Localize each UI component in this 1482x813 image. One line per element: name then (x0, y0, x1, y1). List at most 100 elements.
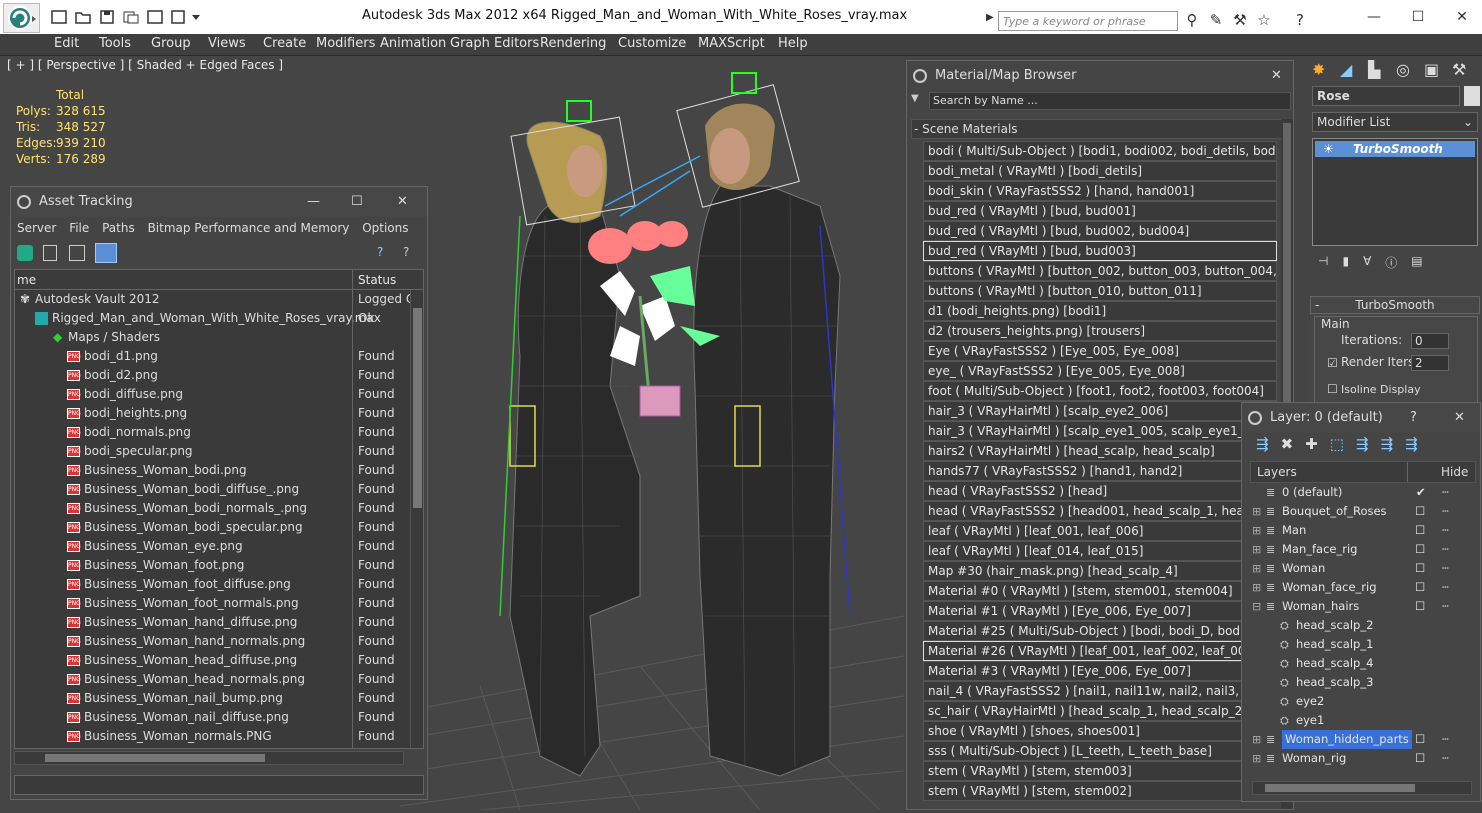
at-maximize-icon[interactable]: ☐ (351, 187, 363, 217)
mb-scrollbar-thumb[interactable] (1283, 123, 1291, 403)
layer-row[interactable]: ⛭ head_scalp_2 (1250, 616, 1476, 635)
lightbulb-icon[interactable]: ☀ (1323, 141, 1334, 157)
scene-materials-group[interactable]: - Scene Materials (911, 119, 1283, 139)
hide-toggle-icon[interactable]: ┅ (1442, 540, 1449, 559)
material-item[interactable]: stem ( VRayMtl ) [stem, stem002] (923, 781, 1277, 801)
new-file-icon[interactable] (50, 9, 68, 25)
material-item[interactable]: hair_3 ( VRayHairMtl ) [scalp_eye1_005, … (923, 421, 1277, 441)
material-item[interactable]: shoe ( VRayMtl ) [shoes, shoes001] (923, 721, 1277, 741)
refresh-icon[interactable] (17, 245, 33, 261)
thumbnail-view-icon[interactable] (69, 245, 85, 261)
object-color-swatch[interactable] (1464, 86, 1480, 106)
rollout-header[interactable]: - TurboSmooth (1310, 296, 1480, 314)
material-item[interactable]: d2 (trousers_heights.png) [trousers] (923, 321, 1277, 341)
freeze-all-icon[interactable]: ⇶ (1405, 435, 1418, 457)
man-model[interactable] (676, 72, 841, 777)
layer-current-checkbox[interactable]: ☐ (1415, 521, 1425, 540)
at-menu-paths[interactable]: Paths (102, 221, 135, 235)
material-item[interactable]: bodi ( Multi/Sub-Object ) [bodi1, bodi00… (923, 141, 1277, 161)
material-item[interactable]: hair_3 ( VRayHairMtl ) [scalp_eye2_006] (923, 401, 1277, 421)
table-row[interactable]: PNG Business_Woman_hand_diffuse.png Found (15, 613, 423, 632)
layer-h-scrollbar-thumb[interactable] (1265, 784, 1415, 792)
h-scrollbar-thumb[interactable] (45, 754, 265, 762)
table-row[interactable]: PNG Business_Woman_eye.png Found (15, 537, 423, 556)
communication-icon[interactable]: ⚒ (1230, 10, 1250, 30)
hide-all-icon[interactable]: ⇶ (1381, 435, 1394, 457)
render-iters-checkbox[interactable]: ☑ (1327, 356, 1338, 370)
make-unique-icon[interactable]: ∀ (1363, 254, 1371, 272)
material-item[interactable]: hands77 ( VRayFastSSS2 ) [hand1, hand2] (923, 461, 1277, 481)
table-row[interactable]: PNG Business_Woman_foot_normals.png Found (15, 594, 423, 613)
material-item[interactable]: buttons ( VRayMtl ) [button_010, button_… (923, 281, 1277, 301)
layer-current-checkbox[interactable]: ☐ (1415, 559, 1425, 578)
help-question-icon[interactable]: ? (377, 245, 393, 261)
menu-tools[interactable]: Tools (99, 35, 131, 55)
motion-tab-icon[interactable]: ◎ (1396, 60, 1416, 80)
create-tab-icon[interactable]: ✸ (1312, 60, 1332, 80)
material-item[interactable]: hairs2 ( VRayHairMtl ) [head_scalp, head… (923, 441, 1277, 461)
layer-row[interactable]: ⛭ head_scalp_1 (1250, 635, 1476, 654)
table-row[interactable]: PNG Business_Woman_nail_bump.png Found (15, 689, 423, 708)
display-tab-icon[interactable]: ▣ (1424, 60, 1444, 80)
table-row[interactable]: PNG bodi_d2.png Found (15, 366, 423, 385)
iterations-spinner[interactable]: 0 (1411, 333, 1449, 349)
material-item[interactable]: buttons ( VRayMtl ) [button_002, button_… (923, 261, 1277, 281)
table-row[interactable]: PNG Business_Woman_nail_diffuse.png Found (15, 708, 423, 727)
material-item[interactable]: Material #1 ( VRayMtl ) [Eye_006, Eye_00… (923, 601, 1277, 621)
pin-stack-icon[interactable]: ⊣ (1318, 254, 1328, 272)
layer-close-icon[interactable]: ✕ (1454, 403, 1465, 433)
table-row[interactable]: PNG Business_Woman_head_diffuse.png Found (15, 651, 423, 670)
material-item[interactable]: eye_ ( VRayFastSSS2 ) [Eye_005, Eye_008] (923, 361, 1277, 381)
remove-modifier-icon[interactable]: ⓘ (1385, 254, 1397, 272)
material-item[interactable]: Material #26 ( VRayMtl ) [leaf_001, leaf… (923, 641, 1277, 661)
menu-rendering[interactable]: Rendering (540, 35, 606, 55)
maximize-icon[interactable]: ☐ (1398, 4, 1438, 30)
isoline-checkbox[interactable]: ☐ (1327, 382, 1338, 396)
mb-options-icon[interactable]: ▼ (911, 93, 925, 107)
help-icon[interactable]: ? (1290, 10, 1310, 30)
material-item[interactable]: bud_red ( VRayMtl ) [bud, bud003] (923, 241, 1277, 261)
utilities-tab-icon[interactable]: ⚒ (1452, 60, 1472, 80)
layer-h-scrollbar[interactable] (1252, 781, 1472, 795)
expand-toggle-icon[interactable]: ⊟ (1252, 597, 1261, 616)
highlight-layer-icon[interactable]: ⇶ (1356, 435, 1369, 457)
select-objects-icon[interactable]: ⬚ (1330, 435, 1344, 457)
undo-icon[interactable] (122, 9, 140, 25)
material-item[interactable]: bodi_metal ( VRayMtl ) [bodi_detils] (923, 161, 1277, 181)
menu-views[interactable]: Views (208, 35, 246, 55)
layer-row[interactable]: ⛭ head_scalp_4 (1250, 654, 1476, 673)
modifier-list-dropdown[interactable]: Modifier List ⌄ (1312, 112, 1478, 132)
mb-search-input[interactable]: Search by Name ... (929, 92, 1291, 110)
material-item[interactable]: head ( VRayFastSSS2 ) [head] (923, 481, 1277, 501)
table-row[interactable]: ✾ Autodesk Vault 2012 Logged O (15, 290, 423, 309)
material-browser-titlebar[interactable]: Material/Map Browser ✕ (907, 61, 1293, 91)
layer-current-checkbox[interactable]: ☐ (1415, 578, 1425, 597)
asset-path-field[interactable] (14, 775, 424, 795)
expand-toggle-icon[interactable]: ⊞ (1252, 540, 1261, 559)
material-item[interactable]: stem ( VRayMtl ) [stem, stem003] (923, 761, 1277, 781)
render-iters-spinner[interactable]: 2 (1411, 355, 1449, 371)
table-view-icon[interactable] (95, 243, 117, 263)
expand-toggle-icon[interactable]: ⊞ (1252, 521, 1261, 540)
table-row[interactable]: PNG bodi_specular.png Found (15, 442, 423, 461)
table-row[interactable]: PNG Business_Woman_bodi.png Found (15, 461, 423, 480)
material-item[interactable]: bud_red ( VRayMtl ) [bud, bud001] (923, 201, 1277, 221)
modifier-stack-item[interactable]: ☀ TurboSmooth (1315, 141, 1475, 157)
minimize-icon[interactable]: — (1354, 4, 1394, 30)
material-item[interactable]: foot ( Multi/Sub-Object ) [foot1, foot2,… (923, 381, 1277, 401)
material-item[interactable]: bud_red ( VRayMtl ) [bud, bud002, bud004… (923, 221, 1277, 241)
table-row[interactable]: PNG Business_Woman_foot.png Found (15, 556, 423, 575)
tools-icon[interactable]: ✎ (1206, 10, 1226, 30)
favorites-star-icon[interactable]: ☆ (1254, 10, 1274, 30)
scrollbar-thumb[interactable] (413, 308, 422, 508)
hide-toggle-icon[interactable]: ┅ (1442, 597, 1449, 616)
menu-maxscript[interactable]: MAXScript (698, 35, 765, 55)
table-row[interactable]: PNG bodi_d1.png Found (15, 347, 423, 366)
material-item[interactable]: sc_hair ( VRayHairMtl ) [head_scalp_1, h… (923, 701, 1277, 721)
col-hide-header[interactable]: Hide (1441, 465, 1468, 479)
project-folder-icon[interactable] (170, 9, 188, 25)
horizontal-scrollbar[interactable] (14, 751, 404, 765)
open-file-icon[interactable] (74, 9, 92, 25)
menu-edit[interactable]: Edit (54, 35, 79, 55)
quick-access-dropdown-icon[interactable] (190, 9, 202, 25)
